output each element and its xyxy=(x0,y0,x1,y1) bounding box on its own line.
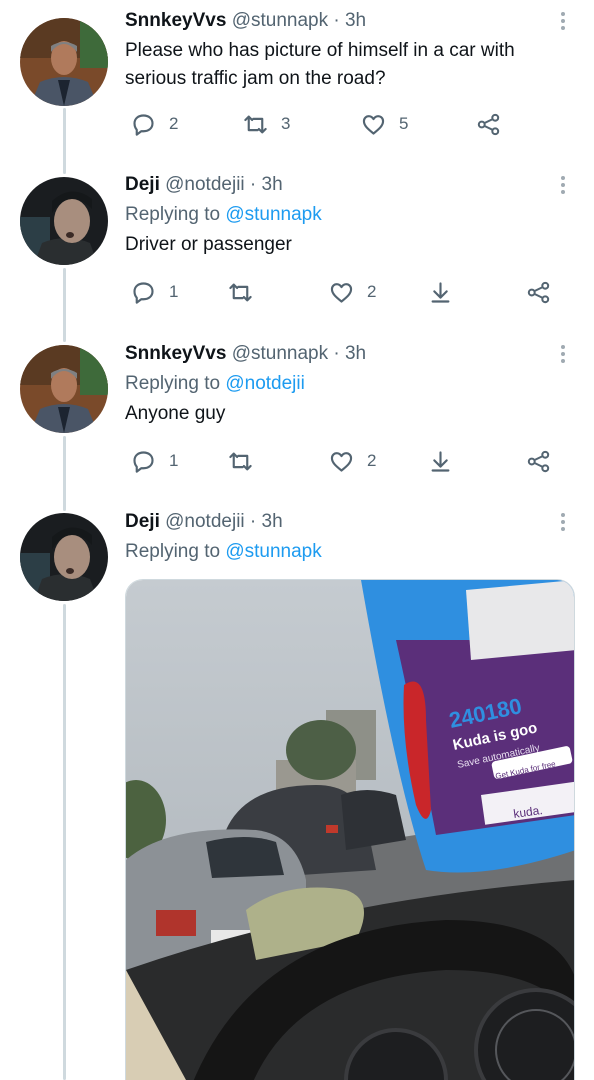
separator-dot: · xyxy=(333,10,340,31)
replying-prefix: Replying to xyxy=(125,204,221,225)
retweet-icon xyxy=(244,115,267,133)
reply-icon xyxy=(133,113,154,136)
user-handle[interactable]: @notdejii xyxy=(165,174,245,195)
share-button[interactable] xyxy=(525,446,552,476)
like-count: 2 xyxy=(367,282,377,301)
reply-count: 1 xyxy=(169,451,179,470)
tweet-photo[interactable]: 240180 Kuda is goo Save automatically Ge… xyxy=(125,579,575,1080)
reply-button[interactable]: 1 xyxy=(130,446,178,476)
retweet-count: 3 xyxy=(281,114,291,133)
replying-to: Replying to @stunnapk xyxy=(125,540,574,564)
share-icon xyxy=(527,281,550,303)
avatar[interactable] xyxy=(20,345,108,433)
reply-button[interactable]: 2 xyxy=(130,109,178,139)
replying-to: Replying to @stunnapk xyxy=(125,203,574,227)
retweet-icon xyxy=(229,452,252,470)
timestamp[interactable]: 3h xyxy=(262,511,283,532)
mention-link[interactable]: @notdejii xyxy=(225,373,305,394)
traffic-photo: 240180 Kuda is goo Save automatically Ge… xyxy=(126,580,574,1080)
tweet-text: Anyone guy xyxy=(125,403,226,424)
separator-dot: · xyxy=(333,343,340,364)
tweet-text-line: serious traffic jam on the road? xyxy=(125,68,386,89)
more-icon[interactable] xyxy=(556,513,570,534)
user-handle[interactable]: @stunnapk xyxy=(232,10,328,31)
timestamp[interactable]: 3h xyxy=(262,174,283,195)
share-icon xyxy=(527,450,550,472)
user-handle[interactable]: @stunnapk xyxy=(232,343,328,364)
reply-icon xyxy=(133,281,154,304)
mention-link[interactable]: @stunnapk xyxy=(225,204,321,225)
separator-dot: · xyxy=(249,174,257,195)
mention-link[interactable]: @stunnapk xyxy=(225,541,321,562)
avatar-image xyxy=(20,177,108,265)
avatar-image xyxy=(20,345,108,433)
like-button[interactable]: 2 xyxy=(328,446,376,476)
retweet-button[interactable] xyxy=(227,277,254,307)
replying-prefix: Replying to xyxy=(125,373,221,394)
timestamp[interactable]: 3h xyxy=(345,10,366,31)
avatar[interactable] xyxy=(20,513,108,601)
avatar-image xyxy=(20,513,108,601)
display-name[interactable]: SnnkeyVvs xyxy=(125,10,226,31)
share-button[interactable] xyxy=(475,109,502,139)
reply-button[interactable]: 1 xyxy=(130,277,178,307)
separator-dot: · xyxy=(249,511,257,532)
display-name[interactable]: Deji xyxy=(125,174,160,195)
tweet-header: SnnkeyVvs @stunnapk · 3h xyxy=(125,9,574,33)
like-count: 5 xyxy=(399,114,409,133)
like-count: 2 xyxy=(367,451,377,470)
more-icon[interactable] xyxy=(556,345,570,366)
display-name[interactable]: SnnkeyVvs xyxy=(125,343,226,364)
download-button[interactable] xyxy=(427,277,454,307)
like-icon xyxy=(330,451,353,472)
download-button[interactable] xyxy=(427,446,454,476)
retweet-button[interactable] xyxy=(227,446,254,476)
display-name[interactable]: Deji xyxy=(125,511,160,532)
download-icon xyxy=(431,281,450,303)
avatar[interactable] xyxy=(20,177,108,265)
tweet-header: Deji @notdejii · 3h xyxy=(125,173,574,197)
avatar-image xyxy=(20,18,108,106)
tweet-header: SnnkeyVvs @stunnapk · 3h xyxy=(125,342,574,366)
replying-prefix: Replying to xyxy=(125,541,221,562)
more-icon[interactable] xyxy=(556,176,570,197)
tweet-text-line: Please who has picture of himself in a c… xyxy=(125,40,515,61)
reply-icon xyxy=(133,450,154,473)
like-button[interactable]: 5 xyxy=(360,109,408,139)
like-icon xyxy=(330,282,353,303)
like-button[interactable]: 2 xyxy=(328,277,376,307)
retweet-button[interactable]: 3 xyxy=(242,109,290,139)
retweet-icon xyxy=(229,283,252,301)
avatar[interactable] xyxy=(20,18,108,106)
share-button[interactable] xyxy=(525,277,552,307)
reply-count: 2 xyxy=(169,114,179,133)
tweet-header: Deji @notdejii · 3h xyxy=(125,510,574,534)
tweet-text: Please who has picture of himself in a c… xyxy=(125,37,574,93)
tweet-actions: 2 3 5 xyxy=(125,109,574,139)
tweet[interactable]: SnnkeyVvs @stunnapk · 3h Replying to @no… xyxy=(0,339,594,509)
tweet-text: Driver or passenger xyxy=(125,234,292,255)
tweet[interactable]: Deji @notdejii · 3h Replying to @stunnap… xyxy=(0,170,594,340)
download-icon xyxy=(431,450,450,472)
like-icon xyxy=(362,114,385,135)
share-icon xyxy=(477,113,500,135)
tweet-actions: 1 2 xyxy=(125,277,574,307)
tweet-actions: 1 2 xyxy=(125,446,574,476)
more-icon[interactable] xyxy=(556,12,570,33)
replying-to: Replying to @notdejii xyxy=(125,372,574,396)
timestamp[interactable]: 3h xyxy=(345,343,366,364)
user-handle[interactable]: @notdejii xyxy=(165,511,245,532)
reply-count: 1 xyxy=(169,282,179,301)
tweet[interactable]: SnnkeyVvs @stunnapk · 3h Please who has … xyxy=(0,0,594,170)
